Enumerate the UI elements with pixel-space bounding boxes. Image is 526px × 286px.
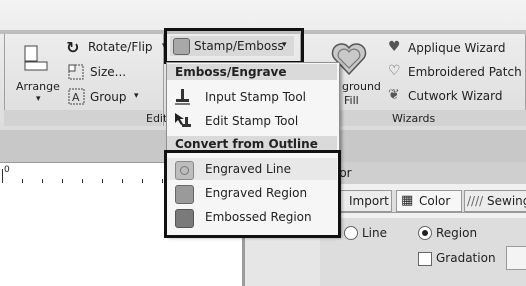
edit-stamp-tool-label: Edit Stamp Tool [205,114,299,128]
edit-stamp-tool-item[interactable]: Edit Stamp Tool [167,110,337,132]
radio-dot [422,230,428,236]
group-label: Group [90,90,127,104]
ruler-tick [2,169,3,183]
stamp-icon [175,89,190,105]
ruler-tick [102,179,103,183]
tab-sewing[interactable]: //// Sewing [464,190,526,212]
gradation-checkbox[interactable] [418,252,432,266]
arrange-icon [24,45,48,71]
applique-wizard-button[interactable]: ♥ Applique Wizard [386,39,522,58]
rotate-flip-button[interactable]: ↻ Rotate/Flip ▾ [66,38,167,58]
ruler-tick [82,179,83,183]
cutwork-heart-icon: ❦ [388,87,400,103]
menu-section-emboss: Emboss/Engrave [167,64,337,80]
edit-stamp-icon [175,113,191,127]
attributes-panel-header: lor [330,162,526,184]
wizards-group-label: Wizards [392,112,436,125]
sewing-icon: //// [467,194,484,208]
heart-icon: ♥ [388,39,401,55]
ruler-tick [62,179,63,183]
background-fill-label-b: Fill [344,94,359,107]
ruler-tick [162,179,163,183]
region-radio[interactable] [418,226,432,240]
size-icon [68,64,84,80]
embroidered-patch-label: Embroidered Patch [408,65,522,79]
menu-section-convert-label: Convert from Outline [175,137,318,151]
chevron-down-icon: ▾ [134,91,139,101]
ruler-tick [142,179,143,183]
chevron-down-icon: ▾ [36,94,41,104]
tab-color-label: Color [419,194,451,208]
line-radio-label: Line [362,226,388,240]
svg-text:A: A [72,91,80,104]
cutwork-wizard-label: Cutwork Wizard [408,89,503,103]
input-stamp-tool-label: Input Stamp Tool [205,90,306,104]
embroidered-patch-button[interactable]: ♡ Embroidered Patch [386,63,522,82]
arrange-label: Arrange [16,80,60,93]
size-button[interactable]: Size... [66,64,156,82]
group-button[interactable]: A Group ▾ [66,88,156,106]
rotate-icon: ↻ [66,38,80,57]
tab-color[interactable]: ▦ Color [396,190,462,212]
tab-import[interactable]: Import [338,190,392,212]
region-radio-label: Region [436,226,478,240]
background-fill-label-a: ground [342,80,381,93]
color-icon: ▦ [401,193,414,208]
menu-section-emboss-label: Emboss/Engrave [175,65,287,79]
gradation-label: Gradation [436,251,496,265]
tab-sewing-label: Sewing [487,194,526,208]
applique-wizard-label: Applique Wizard [408,41,506,55]
ruler-tick [22,179,23,183]
ruler-tick [42,179,43,183]
cutwork-wizard-button[interactable]: ❦ Cutwork Wizard [386,87,522,106]
ruler-zero: 0 [4,165,10,175]
ruler-tick [122,179,123,183]
line-radio[interactable] [344,226,358,240]
group-icon: A [68,88,85,105]
size-label: Size... [90,65,127,79]
input-stamp-tool-item[interactable]: Input Stamp Tool [167,86,337,108]
edit-group-footer [4,110,162,126]
highlight-box-convert [164,150,341,238]
heart-outline-icon: ♡ [388,63,401,79]
tab-import-label: Import [349,194,389,208]
edit-group-label: Edit [146,112,168,125]
gradation-settings-button[interactable] [506,246,526,270]
highlight-box-stamp [164,28,304,64]
arrange-button[interactable]: Arrange ▾ [8,40,60,108]
rotate-flip-label: Rotate/Flip [88,40,153,54]
